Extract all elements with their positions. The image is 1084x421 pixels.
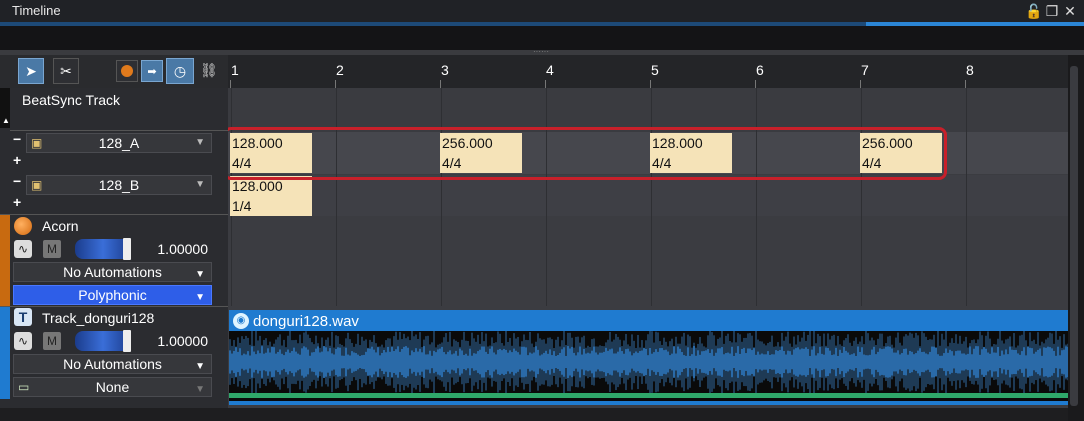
volume-value: 1.00000 [157,333,208,349]
mute-button[interactable]: M [43,332,61,350]
ruler-mark: 5 [651,62,659,78]
splitter-grip-icon[interactable]: ······ [533,48,551,56]
track-name-128b: 128_B [98,177,140,193]
divider [0,306,228,307]
pointer-icon: ➤ [25,62,37,79]
audio-track-name: Track_donguri128 [42,310,155,326]
automation-curve-icon[interactable]: ∿ [14,240,32,258]
close-icon[interactable]: ✕ [1062,3,1078,19]
cut-tool-button[interactable]: ✂ [53,58,79,84]
minus-button[interactable]: − [13,131,21,147]
text-track-icon: T [14,308,32,326]
chevron-down-icon: ▼ [195,361,205,372]
automation-curve-icon[interactable]: ∿ [14,332,32,350]
ruler-tick [335,80,336,88]
measure-gridline [441,88,442,306]
lane-acorn[interactable] [228,216,1068,308]
ruler-mark: 1 [231,62,239,78]
automation-dropdown[interactable]: No Automations ▼ [13,262,212,282]
output-value: None [95,379,130,395]
ruler-mark: 3 [441,62,449,78]
scissors-icon: ✂ [60,62,72,79]
acorn-name: Acorn [42,218,79,234]
mode-value: Polyphonic [78,287,147,303]
ruler-tick [755,80,756,88]
highlight-box [223,127,947,180]
volume-value: 1.00000 [157,241,208,257]
orange-circle-icon [121,65,133,77]
waveform-icon: ◉ [233,313,249,329]
divider [10,130,228,131]
lane-128b[interactable] [228,175,1068,216]
tempo-event[interactable]: 128.000 1/4 [230,176,312,216]
track-name-128a: 128_A [98,135,140,151]
window-title: Timeline [12,3,61,18]
measure-gridline [336,88,337,306]
ruler[interactable] [228,55,1068,88]
restore-icon[interactable]: ❐ [1044,3,1060,19]
acorn-color-strip [0,215,10,306]
measure-gridline [756,88,757,306]
output-dropdown[interactable]: ▭ None ▼ [13,377,212,397]
chevron-down-icon: ▼ [195,179,205,190]
automation-value: No Automations [63,356,162,372]
track-selector-128b[interactable]: ▣ 128_B ▼ [26,175,212,195]
ruler-tick [965,80,966,88]
minus-button[interactable]: − [13,173,21,189]
select-tool-button[interactable]: ➤ [18,58,44,84]
chevron-down-icon: ▼ [195,292,205,303]
window-titlebar [0,0,1084,22]
orange-circle-icon [14,217,32,235]
film-icon: ▣ [31,178,43,192]
ruler-tick [860,80,861,88]
ruler-mark: 6 [756,62,764,78]
clock-icon: ◷ [173,62,187,79]
waveform-svg [229,331,1069,401]
ruler-mark: 4 [546,62,554,78]
measure-gridline [861,88,862,306]
ruler-mark: 8 [966,62,974,78]
audio-color-strip [0,307,10,399]
metronome-button[interactable]: ◷ [166,58,194,84]
ruler-tick [650,80,651,88]
automation-value: No Automations [63,264,162,280]
chevron-down-icon: ▼ [195,384,205,395]
mode-dropdown[interactable]: Polyphonic ▼ [13,285,212,305]
plus-button[interactable]: + [13,152,21,168]
follow-button[interactable]: ➡ [141,60,163,82]
chevron-down-icon: ▼ [195,269,205,280]
ruler-tick [230,80,231,88]
ruler-tick [545,80,546,88]
ruler-mark: 2 [336,62,344,78]
time-signature: 1/4 [232,198,252,214]
plus-button[interactable]: + [13,194,21,210]
track-selector-128a[interactable]: ▣ 128_A ▼ [26,133,212,153]
ruler-tick [440,80,441,88]
lock-icon[interactable]: 🔓 [1025,3,1042,19]
chevron-down-icon: ▼ [195,137,205,148]
automation-dropdown[interactable]: No Automations ▼ [13,354,212,374]
beatsync-title: BeatSync Track [22,92,121,108]
measure-gridline [966,88,967,306]
measure-gridline [546,88,547,306]
scrollbar-thumb[interactable] [1070,66,1078,406]
mute-button[interactable]: M [43,240,61,258]
link-icon[interactable]: ⛓ [200,62,218,79]
divider [0,214,228,215]
expand-triangle-icon[interactable]: ▲ [2,116,10,125]
record-button[interactable] [116,60,138,82]
film-icon: ▣ [31,136,43,150]
clip-name: donguri128.wav [253,313,359,330]
arrow-right-icon: ➡ [147,65,157,78]
lane-beatsync [228,88,1068,132]
slider-handle[interactable] [123,330,131,352]
slider-handle[interactable] [123,238,131,260]
waveform-display [229,331,1069,401]
measure-gridline [651,88,652,306]
ruler-mark: 7 [861,62,869,78]
output-device-icon: ▭ [18,380,30,394]
